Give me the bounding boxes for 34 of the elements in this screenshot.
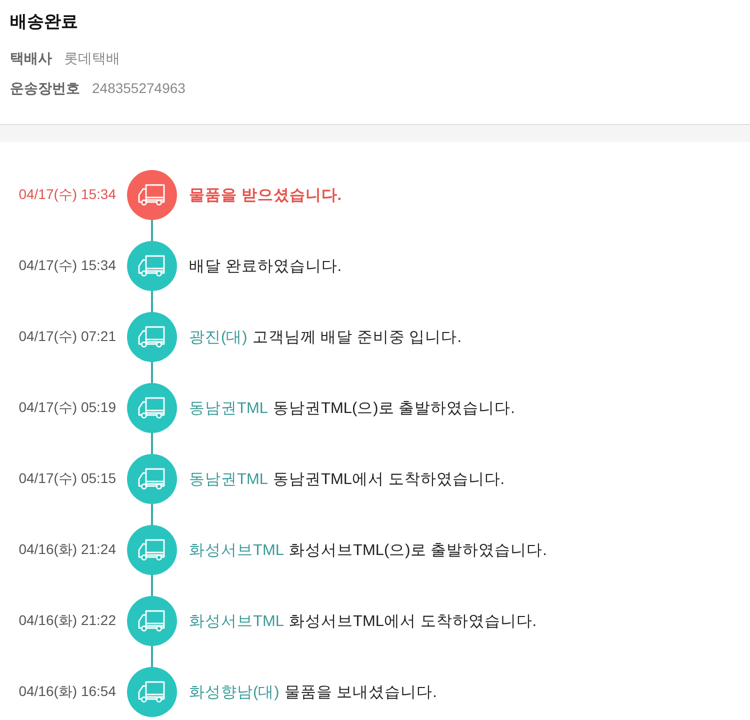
event-time: 04/16(화) 16:54 — [18, 683, 116, 701]
timeline-connector — [151, 646, 153, 667]
event-time: 04/16(화) 21:22 — [18, 612, 116, 630]
event-location: 화성향남(대) — [189, 682, 280, 702]
detail-value: 롯데택배 — [64, 49, 120, 68]
event-status-text: 동남권TML에서 도착하였습니다. — [273, 470, 505, 490]
event-location: 동남권TML — [189, 398, 268, 418]
event-location: 화성서브TML — [189, 612, 284, 632]
event-status-text: 물품을 받으셨습니다. — [189, 186, 342, 206]
event-status-text: 화성서브TML(으)로 출발하였습니다. — [289, 540, 547, 560]
timeline-connector — [151, 433, 153, 454]
event-status-text: 동남권TML(으)로 출발하였습니다. — [273, 398, 515, 418]
delivery-status-title: 배송완료 — [10, 11, 78, 33]
event-status-text: 고객님께 배달 준비중 입니다. — [252, 328, 462, 348]
event-time: 04/17(수) 15:34 — [18, 186, 116, 204]
event-time: 04/16(화) 21:24 — [18, 541, 116, 559]
event-location: 광진(대) — [189, 328, 248, 348]
timeline-connector — [151, 504, 153, 525]
event-status-text: 배달 완료하였습니다. — [189, 256, 342, 276]
event-time: 04/17(수) 15:34 — [18, 257, 116, 275]
event-status-text: 화성서브TML에서 도착하였습니다. — [289, 612, 537, 632]
event-time: 04/17(수) 05:15 — [18, 470, 116, 488]
detail-label: 택배사 — [10, 49, 52, 68]
event-status-text: 물품을 보내셨습니다. — [284, 682, 437, 702]
event-location: 화성서브TML — [189, 540, 284, 560]
timeline-connector — [151, 291, 153, 312]
event-location: 동남권TML — [189, 470, 268, 490]
event-time: 04/17(수) 07:21 — [18, 328, 116, 346]
detail-label: 운송장번호 — [10, 79, 80, 98]
detail-value: 248355274963 — [92, 79, 186, 98]
timeline-connector — [151, 220, 153, 241]
timeline-connector — [151, 575, 153, 596]
event-time: 04/17(수) 05:19 — [18, 399, 116, 417]
timeline-connector — [151, 362, 153, 383]
